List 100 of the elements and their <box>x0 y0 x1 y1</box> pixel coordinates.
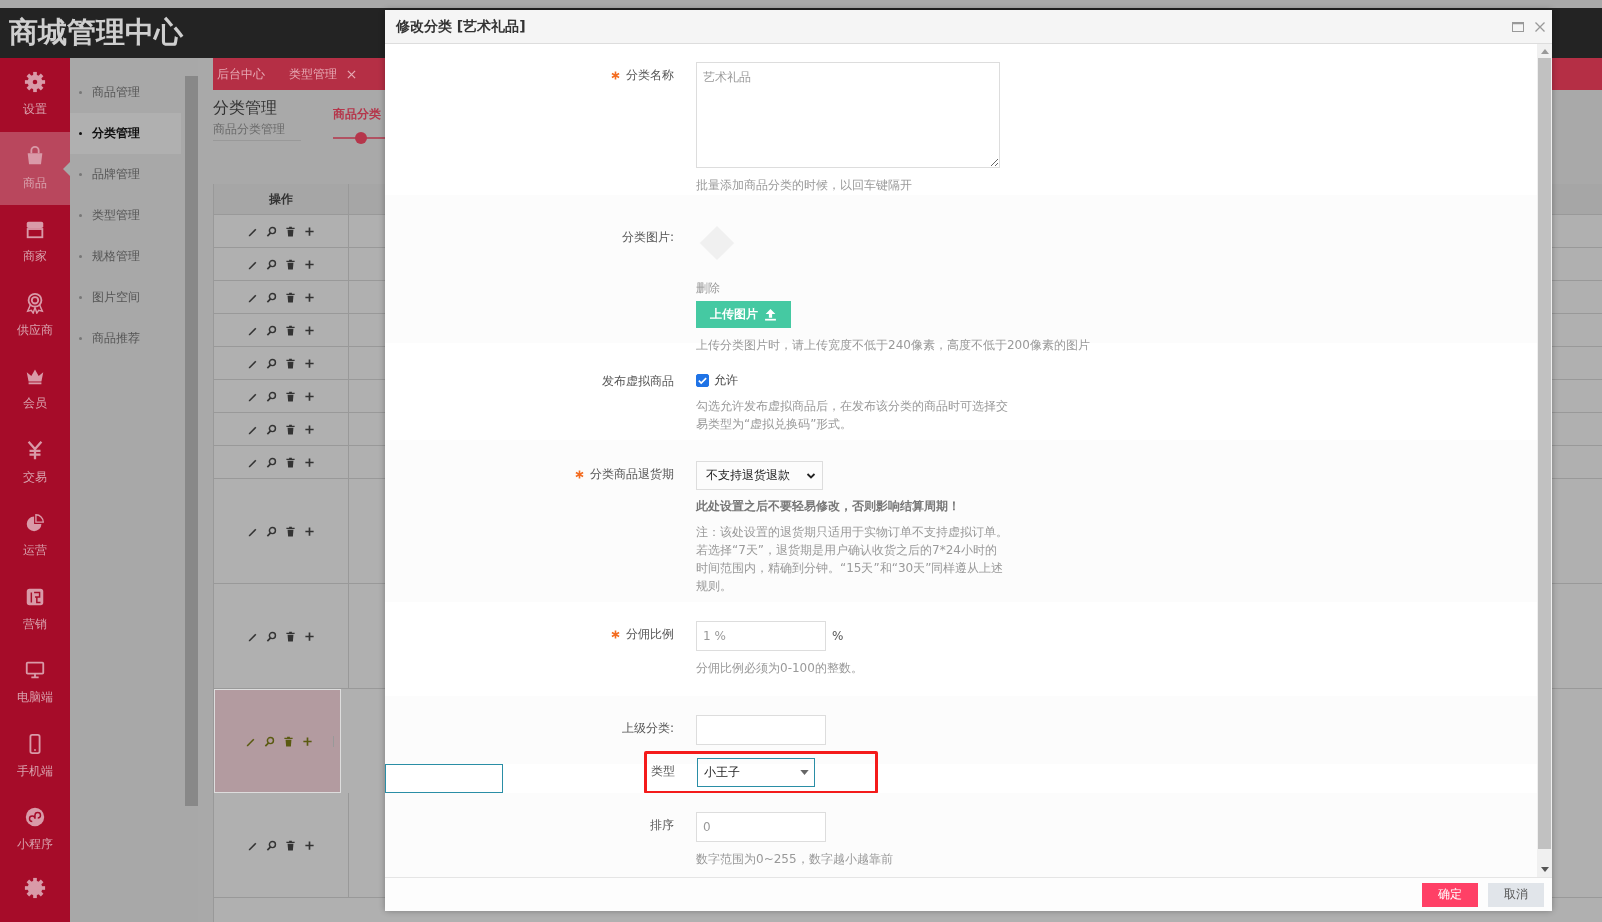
trash-icon[interactable] <box>285 258 296 270</box>
checkbox-label: 允许 <box>714 372 738 389</box>
field-label: 分类图片: <box>621 229 674 246</box>
close-icon[interactable] <box>347 69 356 79</box>
delete-link[interactable]: 删除 <box>696 280 720 297</box>
submenu-item[interactable]: 分类管理 <box>70 113 181 154</box>
nav-item[interactable]: 设置 <box>0 58 70 132</box>
add-icon[interactable] <box>304 423 315 435</box>
gear-icon <box>24 71 46 94</box>
submenu-item[interactable]: 商品管理 <box>70 72 185 113</box>
search-icon[interactable] <box>266 630 277 642</box>
submenu-item[interactable]: 图片空间 <box>70 277 185 318</box>
search-icon[interactable] <box>266 324 277 336</box>
trash-icon[interactable] <box>285 324 296 336</box>
add-icon[interactable] <box>304 839 315 851</box>
trash-icon[interactable] <box>285 525 296 537</box>
step-label[interactable]: 商品分类 <box>333 106 389 123</box>
help-text: 批量添加商品分类的时候，以回车键隔开 <box>696 177 912 194</box>
add-icon[interactable] <box>304 357 315 369</box>
warning-text: 此处设置之后不要轻易修改，否则影响结算周期！ <box>696 498 960 515</box>
column-header: 操作 <box>214 184 349 214</box>
nav-item[interactable]: 小程序 <box>0 793 70 867</box>
add-icon[interactable] <box>304 390 315 402</box>
add-icon[interactable] <box>304 291 315 303</box>
text-field[interactable] <box>696 715 826 745</box>
submenu-item[interactable]: 商品推荐 <box>70 318 185 359</box>
text-field[interactable]: 0 <box>696 812 826 842</box>
add-icon[interactable] <box>304 324 315 336</box>
search-icon[interactable] <box>266 225 277 237</box>
trash-icon[interactable] <box>285 357 296 369</box>
nav-item[interactable]: 供应商 <box>0 278 70 352</box>
search-icon[interactable] <box>266 456 277 468</box>
nav-item[interactable]: 运营 <box>0 499 70 573</box>
help-text: 注：该处设置的退货期只适用于实物订单不支持虚拟订单。若选择“7天”，退货期是用户确认收货之后的7*24小时的时间范围内，精确到分钟。“15天”和“30天”同样遵从上述规则。 <box>696 524 1008 595</box>
nav-item[interactable]: 商品 <box>0 131 70 205</box>
help-text: 分佣比例必须为0-100的整数。 <box>696 660 863 677</box>
scroll-down-icon[interactable] <box>1540 867 1549 872</box>
tab[interactable]: 后台中心 <box>217 65 265 83</box>
type-select[interactable]: 小王子 <box>697 758 815 787</box>
trash-icon[interactable] <box>285 423 296 435</box>
submenu-item[interactable]: 规格管理 <box>70 236 185 277</box>
maximize-icon[interactable] <box>1512 20 1524 33</box>
search-icon[interactable] <box>263 735 275 747</box>
ribbon-icon <box>24 291 46 314</box>
field-label: 类型 <box>651 763 675 780</box>
search-icon[interactable] <box>266 258 277 270</box>
submenu-item[interactable]: 品牌管理 <box>70 154 185 195</box>
trash-icon[interactable] <box>285 456 296 468</box>
trash-icon[interactable] <box>285 291 296 303</box>
trash-icon[interactable] <box>285 630 296 642</box>
trash-icon[interactable] <box>285 390 296 402</box>
help-text: 数字范围为0~255，数字越小越靠前 <box>696 851 893 868</box>
submenu-item[interactable]: 类型管理 <box>70 195 185 236</box>
add-icon[interactable] <box>301 735 313 747</box>
trash-icon[interactable] <box>282 735 294 747</box>
settings-icon[interactable] <box>24 876 46 899</box>
tab[interactable]: 类型管理 <box>289 65 356 83</box>
return-period-select[interactable]: 不支持退货退款 <box>696 461 823 490</box>
nav-item[interactable]: 商家 <box>0 205 70 279</box>
upload-image-button[interactable]: 上传图片 <box>696 301 791 328</box>
help-text: 勾选允许发布虚拟商品后，在发布该分类的商品时可选择交易类型为“虚拟兑换码”形式。 <box>696 398 1008 433</box>
search-icon[interactable] <box>266 839 277 851</box>
add-icon[interactable] <box>304 456 315 468</box>
add-icon[interactable] <box>304 258 315 270</box>
checkbox[interactable] <box>696 374 709 387</box>
caret-icon <box>800 770 809 775</box>
field-label: 分佣比例 <box>626 626 674 643</box>
field-label: 分类名称 <box>626 67 674 84</box>
confirm-button[interactable]: 确定 <box>1422 882 1478 907</box>
scrollbar[interactable] <box>1537 44 1552 877</box>
category-name-field[interactable]: 艺术礼品 <box>696 62 1000 168</box>
nav-item[interactable]: 营销 <box>0 572 70 646</box>
dialog-title: 修改分类 [艺术礼品] <box>396 17 527 36</box>
nav-item[interactable]: 交易 <box>0 425 70 499</box>
help-text: 上传分类图片时，请上传宽度不低于240像素，高度不低于200像素的图片 <box>696 337 1090 354</box>
trash-icon[interactable] <box>285 225 296 237</box>
nav-item[interactable]: 电脑端 <box>0 646 70 720</box>
search-icon[interactable] <box>266 423 277 435</box>
field-label: 上级分类: <box>621 720 674 737</box>
search-icon[interactable] <box>266 291 277 303</box>
field-label: 排序 <box>650 817 674 834</box>
mini-program-icon <box>24 806 46 829</box>
add-icon[interactable] <box>304 525 315 537</box>
add-icon[interactable] <box>304 225 315 237</box>
cancel-button[interactable]: 取消 <box>1488 882 1544 907</box>
page-title: 分类管理 <box>213 98 278 119</box>
text-field[interactable]: 1 % <box>696 621 826 651</box>
close-icon[interactable] <box>1534 20 1546 33</box>
add-icon[interactable] <box>304 630 315 642</box>
unit-label: % <box>832 629 844 643</box>
trash-icon[interactable] <box>285 839 296 851</box>
search-icon[interactable] <box>266 390 277 402</box>
field-label: 发布虚拟商品 <box>602 373 674 390</box>
nav-item[interactable]: 会员 <box>0 352 70 426</box>
search-icon[interactable] <box>266 357 277 369</box>
upload-icon <box>764 308 777 321</box>
search-icon[interactable] <box>266 525 277 537</box>
field-label: 分类商品退货期 <box>590 466 674 483</box>
nav-item[interactable]: 手机端 <box>0 719 70 793</box>
page-subtitle: 商品分类管理 <box>213 121 286 138</box>
